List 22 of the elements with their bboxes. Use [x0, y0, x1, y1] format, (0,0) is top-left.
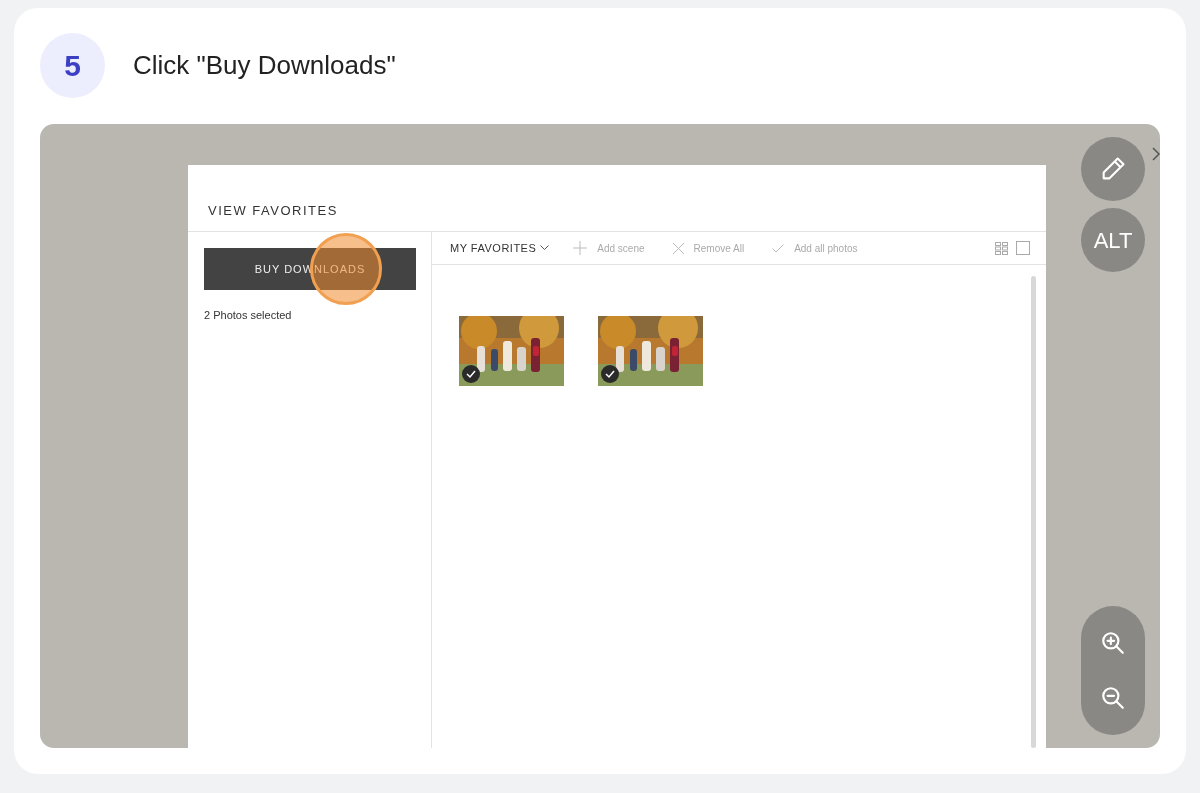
grid-view-icon[interactable]: [995, 241, 1008, 255]
check-icon: [772, 243, 785, 253]
selected-check-icon[interactable]: [601, 365, 619, 383]
plus-icon: [573, 241, 588, 255]
zoom-out-icon[interactable]: [1100, 684, 1126, 711]
close-icon: [672, 242, 684, 254]
toolbar-action[interactable]: Add scene: [573, 240, 645, 256]
alt-button[interactable]: ALT: [1081, 208, 1145, 272]
selected-check-icon[interactable]: [462, 365, 480, 383]
chevron-right-icon[interactable]: [1152, 147, 1160, 161]
toolbar-action[interactable]: Remove All: [672, 240, 745, 256]
buy-downloads-button[interactable]: BUY DOWNLOADS: [204, 248, 416, 290]
selection-count: 2 Photos selected: [204, 308, 293, 323]
panel-heading: VIEW FAVORITES: [208, 202, 339, 220]
album-dropdown[interactable]: MY FAVORITES: [450, 239, 550, 257]
toolbar-action[interactable]: Add all photos: [772, 240, 858, 256]
step-title: Click "Buy Downloads": [133, 49, 396, 82]
chevron-down-icon: [540, 245, 550, 251]
single-view-icon[interactable]: [1016, 241, 1030, 255]
zoom-in-icon[interactable]: [1100, 630, 1126, 657]
step-number: 5: [40, 33, 105, 98]
scrollbar[interactable]: [1031, 276, 1036, 748]
